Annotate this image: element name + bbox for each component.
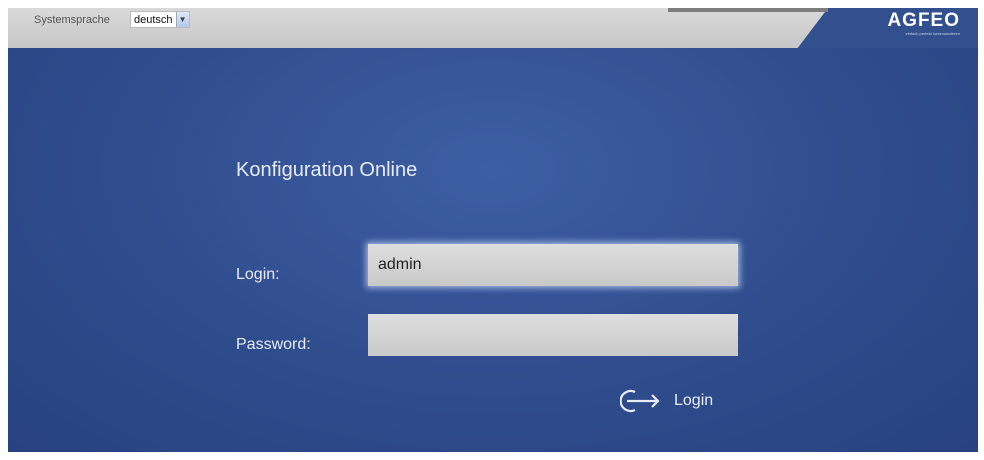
login-arrow-icon: [620, 389, 660, 413]
language-select-value: deutsch: [134, 13, 173, 26]
language-select[interactable]: deutsch ▼: [130, 11, 190, 28]
login-button-label: Login: [674, 392, 714, 409]
language-label: Systemsprache: [34, 14, 110, 26]
chevron-down-icon[interactable]: ▼: [175, 12, 189, 27]
agfeo-logo: AGFEO einfach perfekt kommunizieren: [887, 10, 960, 36]
login-button[interactable]: Login: [620, 388, 713, 414]
login-panel: Konfiguration Online Login: Password: Lo…: [8, 48, 978, 452]
password-input[interactable]: [368, 314, 738, 356]
login-label: Login:: [236, 266, 280, 283]
login-input[interactable]: [368, 244, 738, 286]
app-frame: Systemsprache deutsch ▼ AGFEO einfach pe…: [8, 8, 978, 452]
header-accent-line: [668, 8, 828, 12]
password-label: Password:: [236, 336, 311, 353]
header-bar: Systemsprache deutsch ▼ AGFEO einfach pe…: [8, 8, 978, 48]
logo-text: AGFEO: [887, 10, 960, 31]
page-title: Konfiguration Online: [236, 159, 418, 181]
